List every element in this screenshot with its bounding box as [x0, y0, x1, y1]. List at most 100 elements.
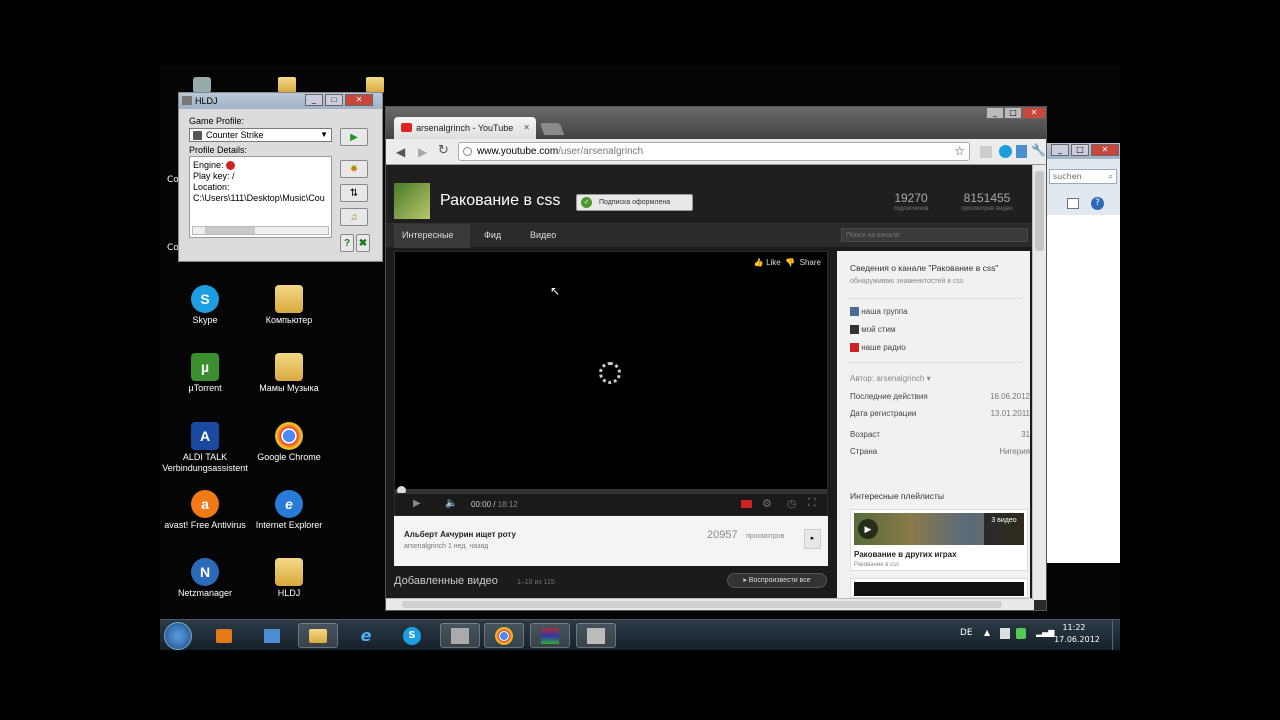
- mixer-button[interactable]: ⇅: [340, 184, 368, 202]
- reload-icon[interactable]: ↻: [438, 143, 449, 158]
- gear-icon[interactable]: ⚙: [762, 497, 772, 510]
- chrome-window: arsenalgrinch - YouTube ✕ _ □ ✕ ◀ ▶ ↻ ww…: [385, 106, 1047, 611]
- address-bar[interactable]: www.youtube.com/user/arsenalgrinch ☆: [458, 142, 970, 161]
- channel-avatar[interactable]: [394, 183, 430, 219]
- subscribe-button[interactable]: ✓ Подписка оформлена: [576, 194, 693, 211]
- desktop-icon-mamy-muzyka[interactable]: Мамы Музыка: [244, 353, 334, 394]
- clock-date[interactable]: 17.06.2012: [1052, 635, 1102, 644]
- language-indicator[interactable]: DE: [960, 628, 973, 638]
- playlist-card[interactable]: ▶ 3 видео Ракование в других играх Раков…: [850, 509, 1028, 571]
- chrome-toolbar: ◀ ▶ ↻ www.youtube.com/user/arsenalgrinch…: [386, 139, 1046, 165]
- close-icon[interactable]: ✕: [523, 117, 530, 139]
- taskbar-winrar[interactable]: [530, 623, 570, 648]
- desktop-icon-computer[interactable]: Компьютер: [244, 285, 334, 326]
- settings-button[interactable]: ✹: [340, 160, 368, 178]
- skype-extension-icon[interactable]: [999, 145, 1012, 158]
- tab-youtube[interactable]: arsenalgrinch - YouTube ✕: [394, 117, 536, 139]
- thumbs-down-icon[interactable]: 👎: [785, 258, 795, 267]
- taskbar-explorer[interactable]: [298, 623, 338, 648]
- playlist-card[interactable]: [850, 578, 1028, 598]
- maximize-button[interactable]: □: [325, 94, 343, 106]
- new-tab-button[interactable]: [539, 123, 565, 135]
- chevron-down-icon: ▾: [926, 374, 931, 383]
- clock-icon[interactable]: ◷: [787, 497, 797, 510]
- taskbar-network[interactable]: [252, 623, 292, 648]
- annotations-icon[interactable]: [741, 500, 752, 508]
- help-icon[interactable]: ?: [1091, 197, 1104, 210]
- music-button[interactable]: ♫: [340, 208, 368, 226]
- star-icon[interactable]: ☆: [954, 143, 965, 160]
- author-label[interactable]: Автор: arsenalgrinch ▾: [850, 374, 1030, 383]
- scrollbar-thumb[interactable]: [205, 227, 255, 234]
- taskbar-app[interactable]: [576, 623, 616, 648]
- volume-icon[interactable]: 🔈: [445, 498, 457, 509]
- close-button[interactable]: ✕: [345, 94, 373, 106]
- back-icon[interactable]: ◀: [396, 145, 405, 159]
- link-steam[interactable]: мой стим: [850, 325, 1030, 335]
- desktop-icon-avast[interactable]: a avast! Free Antivirus: [160, 490, 250, 531]
- desktop-icon-aldi-talk[interactable]: A ALDI TALK Verbindungsassistent: [160, 422, 250, 474]
- horizontal-scrollbar[interactable]: [386, 598, 1034, 610]
- maximize-button[interactable]: □: [1004, 107, 1022, 119]
- tab-interesting[interactable]: Интересные: [402, 230, 453, 240]
- wrench-icon[interactable]: 🔧: [1031, 143, 1046, 157]
- minimize-button[interactable]: _: [986, 107, 1004, 119]
- tab-feed[interactable]: Фид: [484, 230, 501, 240]
- link-radio[interactable]: наше радио: [850, 343, 1030, 353]
- minimize-button[interactable]: _: [305, 94, 323, 106]
- search-input[interactable]: suchen ⌕: [1049, 169, 1117, 184]
- horizontal-scrollbar[interactable]: [192, 226, 329, 235]
- taskbar-hldj[interactable]: [440, 623, 480, 648]
- taskbar-internet-explorer[interactable]: e: [346, 623, 386, 648]
- play-all-button[interactable]: ▸ Воспроизвести все: [727, 573, 827, 588]
- close-button[interactable]: ✕: [1022, 107, 1046, 119]
- tab-videos[interactable]: Видео: [530, 230, 556, 240]
- channel-search-input[interactable]: [841, 228, 1028, 242]
- desktop-icon-google-chrome[interactable]: Google Chrome: [244, 422, 334, 463]
- desktop-icon-hldj[interactable]: HLDJ: [244, 558, 334, 599]
- vertical-scrollbar[interactable]: [1032, 165, 1046, 600]
- scrollbar-thumb[interactable]: [1035, 171, 1044, 251]
- video-title[interactable]: Альберт Акчурин ищет роту: [404, 530, 516, 539]
- thumbs-up-icon[interactable]: 👍: [754, 258, 764, 267]
- like-button[interactable]: Like: [766, 258, 781, 267]
- signal-icon[interactable]: [980, 146, 992, 158]
- expand-button[interactable]: ▸: [804, 529, 821, 549]
- start-button[interactable]: [164, 622, 192, 650]
- play-button[interactable]: ▶: [340, 128, 368, 146]
- game-profile-select[interactable]: Counter Strike ▼: [189, 128, 332, 142]
- taskbar-chrome[interactable]: [484, 623, 524, 648]
- maximize-button[interactable]: □: [1071, 144, 1089, 156]
- desktop-icon-skype[interactable]: S Skype: [160, 285, 250, 326]
- minimize-button[interactable]: _: [1051, 144, 1069, 156]
- folder-icon[interactable]: [366, 77, 384, 93]
- chrome-titlebar[interactable]: arsenalgrinch - YouTube ✕ _ □ ✕: [386, 107, 1046, 143]
- show-desktop-button[interactable]: [1112, 620, 1120, 650]
- extension-icon[interactable]: [1016, 145, 1027, 158]
- play-icon[interactable]: ▶: [413, 498, 421, 509]
- tray-icon[interactable]: [1000, 628, 1010, 639]
- close-button[interactable]: ✕: [1091, 144, 1119, 156]
- exit-button[interactable]: ✖: [356, 234, 370, 252]
- desktop-icon-utorrent[interactable]: µ µTorrent: [160, 353, 250, 394]
- recycle-bin-icon[interactable]: [193, 77, 211, 93]
- desktop-icon-internet-explorer[interactable]: e Internet Explorer: [244, 490, 334, 531]
- video-player[interactable]: 👍 Like 👎 Share ↖ ▶ 🔈 00:00 / 18:12 ⚙ ◷ ⛶: [394, 251, 828, 516]
- fullscreen-icon[interactable]: ⛶: [808, 497, 816, 510]
- taskbar-skype[interactable]: S: [392, 623, 432, 648]
- view-icon[interactable]: [1067, 198, 1079, 209]
- forward-icon[interactable]: ▶: [418, 145, 427, 159]
- hldj-titlebar[interactable]: HLDJ _ □ ✕: [179, 93, 382, 109]
- share-button[interactable]: Share: [800, 258, 821, 267]
- link-vk-group[interactable]: наша группа: [850, 307, 1030, 317]
- taskbar-media-player[interactable]: [204, 623, 244, 648]
- desktop-icon-netzmanager[interactable]: N Netzmanager: [160, 558, 250, 599]
- tray-expand-icon[interactable]: ▲: [984, 628, 990, 637]
- background-window-titlebar[interactable]: _ □ ✕: [1047, 143, 1120, 159]
- help-button[interactable]: ?: [340, 234, 354, 252]
- subscribers-label: подписчиков: [893, 206, 929, 212]
- tray-icon[interactable]: [1016, 628, 1026, 639]
- folder-icon[interactable]: [278, 77, 296, 93]
- scrollbar-thumb[interactable]: [402, 601, 1002, 608]
- clock-time[interactable]: 11:22: [1052, 623, 1096, 632]
